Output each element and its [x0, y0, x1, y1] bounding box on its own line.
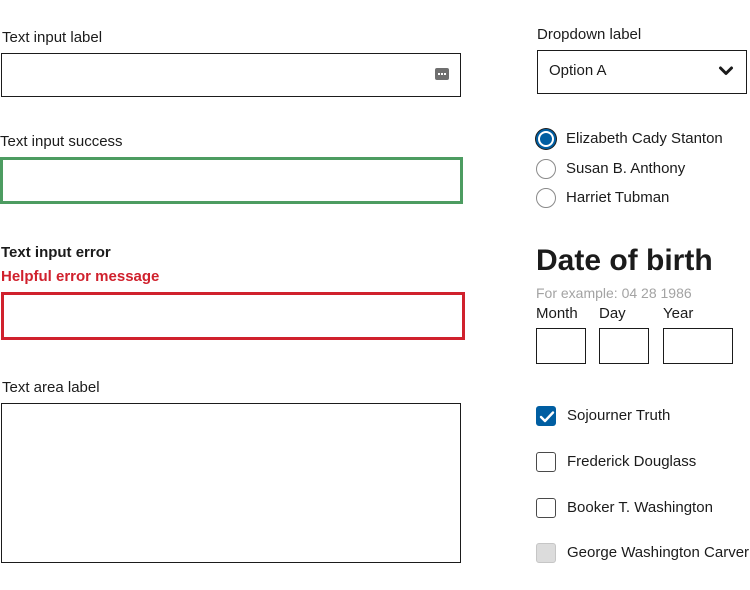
text-input-success-label: Text input success	[0, 133, 123, 150]
day-input[interactable]	[599, 328, 649, 364]
radio-label: Susan B. Anthony	[566, 160, 686, 177]
checkbox-disabled	[536, 543, 556, 563]
checkbox[interactable]	[536, 452, 556, 472]
radio-label: Harriet Tubman	[566, 189, 670, 206]
checkbox-label: Sojourner Truth	[567, 407, 671, 424]
day-label: Day	[599, 305, 626, 322]
dropdown-label: Dropdown label	[537, 26, 642, 43]
checkbox-label: Frederick Douglass	[567, 453, 697, 470]
text-input-field[interactable]	[1, 53, 461, 97]
checkbox[interactable]	[536, 498, 556, 518]
text-input-error-label: Text input error	[1, 244, 111, 261]
more-dots-icon[interactable]	[435, 68, 449, 80]
chevron-down-icon	[719, 66, 733, 75]
radio-label: Elizabeth Cady Stanton	[566, 130, 723, 147]
date-of-birth-legend: Date of birth	[536, 244, 713, 277]
radio-option[interactable]: Harriet Tubman	[536, 186, 669, 210]
text-area-label: Text area label	[2, 379, 100, 396]
checkbox-option[interactable]: Frederick Douglass	[536, 450, 696, 474]
month-label: Month	[536, 305, 578, 322]
text-input-error-field[interactable]	[1, 292, 465, 340]
checkbox-label: Booker T. Washington	[567, 499, 713, 516]
checkbox-option[interactable]: Sojourner Truth	[536, 404, 670, 428]
date-of-birth-hint: For example: 04 28 1986	[536, 285, 692, 301]
checkbox-option-disabled: George Washington Carver	[536, 541, 749, 565]
error-message: Helpful error message	[1, 268, 160, 285]
checkbox-option[interactable]: Booker T. Washington	[536, 496, 713, 520]
text-area-field[interactable]	[1, 403, 461, 563]
checkbox-checked[interactable]	[536, 406, 556, 426]
radio-button[interactable]	[536, 188, 556, 208]
dropdown-selected-value: Option A	[549, 62, 607, 79]
text-input-success-field[interactable]	[0, 157, 463, 204]
year-input[interactable]	[663, 328, 733, 364]
radio-button-checked[interactable]	[536, 129, 556, 149]
checkbox-label: George Washington Carver	[567, 544, 750, 561]
text-input-label: Text input label	[2, 29, 103, 46]
radio-button[interactable]	[536, 159, 556, 179]
year-label: Year	[663, 305, 694, 322]
dropdown-select[interactable]: Option A	[537, 50, 747, 94]
radio-option[interactable]: Susan B. Anthony	[536, 157, 685, 181]
radio-option[interactable]: Elizabeth Cady Stanton	[536, 127, 723, 151]
check-icon	[539, 411, 555, 423]
month-input[interactable]	[536, 328, 586, 364]
